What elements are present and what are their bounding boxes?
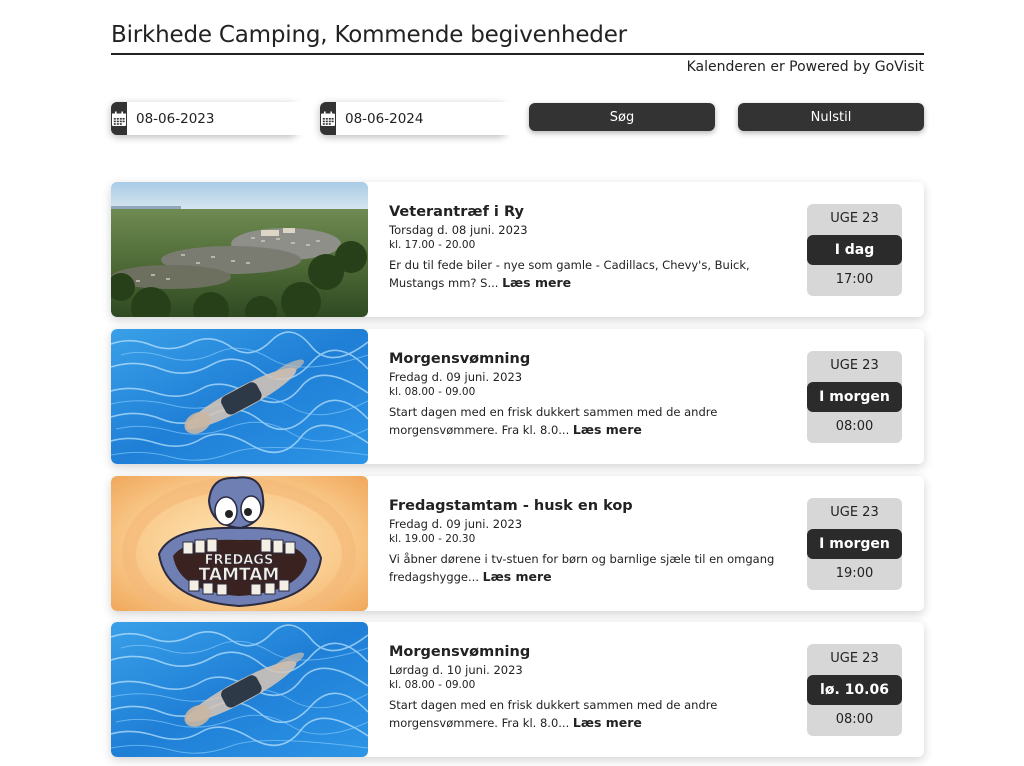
event-card[interactable]: FREDAGS TAMTAM Fredagstamtam - husk en k… [111,476,924,611]
badge-hour: 17:00 [835,272,874,287]
event-date: Torsdag d. 08 juni. 2023 [389,223,528,237]
badge-week: UGE 23 [830,211,879,226]
badge-day: I morgen [807,382,902,412]
fredagstamtam-cartoon[interactable]: FREDAGS TAMTAM [111,476,368,611]
page-title: Birkhede Camping, Kommende begivenheder [111,20,924,55]
swimmer-pool-photo[interactable] [111,329,368,464]
event-date: Fredag d. 09 juni. 2023 [389,370,523,384]
start-date-picker[interactable] [111,102,307,135]
event-info: Morgensvømning Fredag d. 09 juni. 2023 k… [389,349,789,439]
event-info: Fredagstamtam - husk en kop Fredag d. 09… [389,496,789,586]
badge-week: UGE 23 [830,358,879,373]
event-description: Start dagen med en frisk dukkert sammen … [389,403,781,439]
filter-bar: Søg Nulstil [111,102,924,136]
event-info: Morgensvømning Lørdag d. 10 juni. 2023 k… [389,642,789,732]
event-description-text: Start dagen med en frisk dukkert sammen … [389,405,718,437]
event-description-text: Vi åbner dørene i tv-stuen for børn og b… [389,552,775,584]
event-time: kl. 19.00 - 20.30 [389,533,476,545]
event-date-badge: UGE 23 I morgen 19:00 [807,498,902,590]
event-description-text: Start dagen med en frisk dukkert sammen … [389,698,718,730]
badge-week: UGE 23 [830,651,879,666]
end-date-input[interactable] [336,102,516,135]
event-title[interactable]: Veterantræf i Ry [389,202,789,222]
event-date-badge: UGE 23 I morgen 08:00 [807,351,902,443]
swimmer-pool-photo[interactable] [111,622,368,757]
badge-day: I morgen [807,529,902,559]
event-date-badge: UGE 23 I dag 17:00 [807,204,902,296]
event-description: Vi åbner dørene i tv-stuen for børn og b… [389,550,781,586]
aerial-car-show-photo[interactable] [111,182,368,317]
badge-hour: 08:00 [835,419,874,434]
event-card[interactable]: Morgensvømning Fredag d. 09 juni. 2023 k… [111,329,924,464]
badge-hour: 19:00 [835,566,874,581]
badge-day: lø. 10.06 [807,675,902,705]
search-button[interactable]: Søg [529,103,715,131]
powered-by-text: Kalenderen er Powered by GoVisit [686,59,924,75]
event-date-badge: UGE 23 lø. 10.06 08:00 [807,644,902,736]
event-time: kl. 08.00 - 09.00 [389,679,476,691]
event-description: Start dagen med en frisk dukkert sammen … [389,696,781,732]
read-more-link[interactable]: Læs mere [483,569,552,584]
event-description: Er du til fede biler - nye som gamle - C… [389,256,781,292]
reset-button[interactable]: Nulstil [738,103,924,131]
event-card[interactable]: Morgensvømning Lørdag d. 10 juni. 2023 k… [111,622,924,757]
start-date-input[interactable] [127,102,307,135]
cartoon-text-bottom: TAMTAM [199,565,280,585]
calendar-icon[interactable] [320,102,336,135]
event-title[interactable]: Morgensvømning [389,642,789,662]
event-date: Lørdag d. 10 juni. 2023 [389,663,523,677]
badge-hour: 08:00 [835,712,874,727]
event-info: Veterantræf i Ry Torsdag d. 08 juni. 202… [389,202,789,292]
event-title[interactable]: Morgensvømning [389,349,789,369]
event-date: Fredag d. 09 juni. 2023 [389,517,523,531]
event-time: kl. 08.00 - 09.00 [389,386,476,398]
calendar-icon[interactable] [111,102,127,135]
read-more-link[interactable]: Læs mere [573,715,642,730]
read-more-link[interactable]: Læs mere [573,422,642,437]
badge-week: UGE 23 [830,505,879,520]
end-date-picker[interactable] [320,102,516,135]
event-time: kl. 17.00 - 20.00 [389,239,476,251]
read-more-link[interactable]: Læs mere [502,275,571,290]
event-title[interactable]: Fredagstamtam - husk en kop [389,496,789,516]
event-card[interactable]: Veterantræf i Ry Torsdag d. 08 juni. 202… [111,182,924,317]
badge-day: I dag [807,235,902,265]
